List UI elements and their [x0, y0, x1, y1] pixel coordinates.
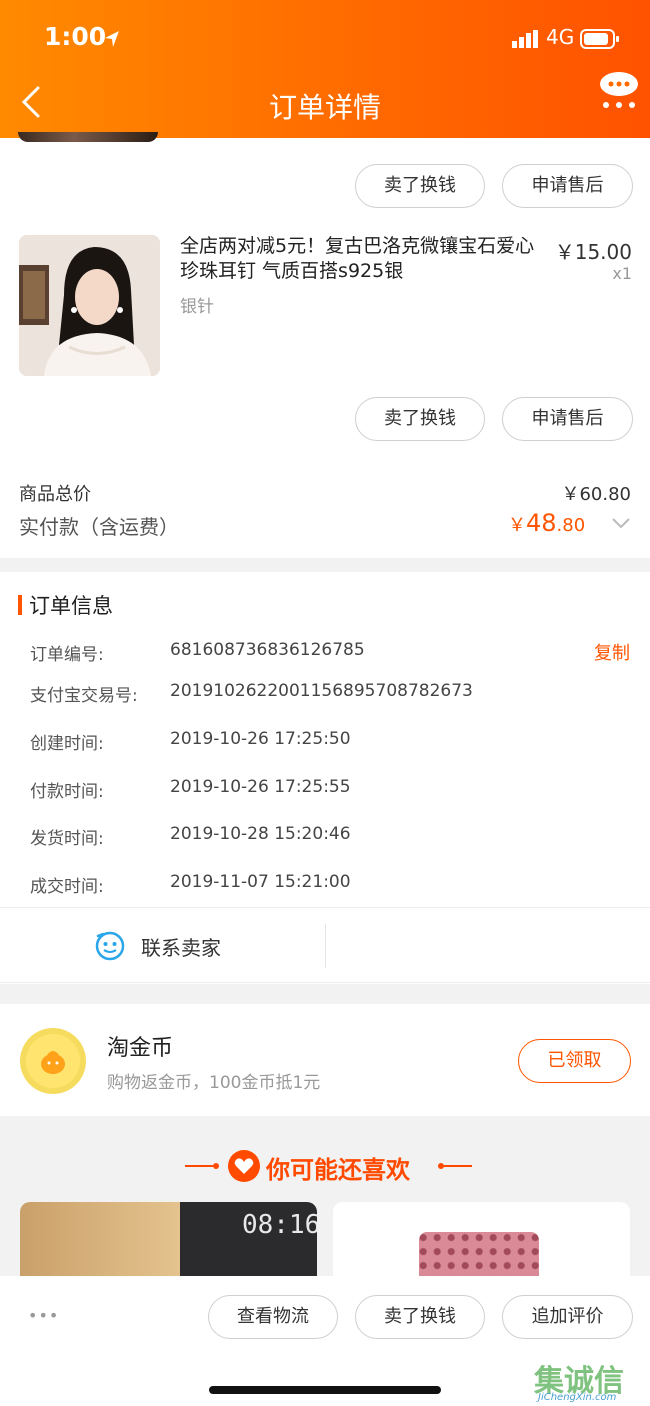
home-indicator [209, 1386, 441, 1394]
add-review-button[interactable]: 追加评价 [502, 1295, 633, 1339]
coins-subtitle: 购物返金币，100金币抵1元 [107, 1073, 321, 1093]
chevron-down-icon[interactable] [611, 516, 631, 530]
paid-amount-dec: .80 [556, 515, 586, 536]
paid-amount-int: 48 [526, 509, 557, 537]
view-logistics-button[interactable]: 查看物流 [208, 1295, 338, 1339]
card-image [20, 1202, 180, 1276]
contact-seller-button[interactable]: 联系卖家 [0, 908, 325, 982]
section-marker [18, 595, 22, 615]
product-title[interactable]: 全店两对减5元！复古巴洛克微镶宝石爱心珍珠耳钉 气质百搭s925银 [180, 234, 550, 284]
created-time-value: 2019-10-26 17:25:50 [170, 729, 351, 749]
alipay-trade-label: 支付宝交易号: [30, 686, 138, 706]
product-price: ￥15.00 [554, 240, 632, 264]
paid-amount-label: 实付款（含运费） [19, 515, 179, 539]
sell-for-cash-button[interactable]: 卖了换钱 [355, 164, 485, 208]
goods-total-label: 商品总价 [19, 484, 91, 505]
card-image-skirt [419, 1232, 539, 1276]
status-time: 1:00 [44, 22, 107, 51]
vertical-divider [325, 924, 326, 968]
paid-amount: ￥48.80 [508, 509, 585, 537]
previous-product-image [18, 132, 158, 142]
more-options-button[interactable]: ••• [28, 1306, 59, 1325]
coins-title: 淘金币 [107, 1036, 174, 1061]
sell-for-cash-button[interactable]: 卖了换钱 [355, 1295, 485, 1339]
signal-icon [512, 30, 538, 48]
watermark-url: JiChengXin.com [538, 1392, 617, 1403]
left-dash-icon [185, 1163, 219, 1169]
recommend-card-1[interactable]: 08:16 [20, 1202, 317, 1276]
location-arrow-icon [105, 31, 119, 47]
product-sku: 银针 [180, 297, 214, 317]
product-quantity: x1 [612, 264, 632, 283]
battery-icon [580, 29, 619, 49]
order-number-value: 681608736836126785 [170, 640, 365, 660]
goods-total-value: ￥60.80 [561, 484, 631, 505]
claimed-button[interactable]: 已领取 [518, 1039, 631, 1083]
status-bar: 1:00 4G [0, 22, 650, 58]
recommend-card-2[interactable] [333, 1202, 630, 1276]
completed-time-label: 成交时间: [30, 877, 104, 897]
watermark-logo: 集诚信 JiChengXin.com [534, 1356, 648, 1404]
heart-icon [228, 1150, 260, 1182]
completed-time-value: 2019-11-07 15:21:00 [170, 872, 351, 892]
product-image[interactable] [19, 235, 160, 376]
order-info-heading: 订单信息 [29, 594, 113, 618]
shipped-time-label: 发货时间: [30, 829, 104, 849]
smiley-chat-icon [95, 931, 125, 961]
gold-coin-icon [20, 1028, 86, 1094]
after-sale-button[interactable]: 申请售后 [502, 164, 633, 208]
network-type: 4G [546, 25, 575, 49]
recommend-heading: 你可能还喜欢 [266, 1156, 410, 1184]
order-number-label: 订单编号: [30, 645, 104, 665]
contact-seller-label: 联系卖家 [141, 936, 221, 960]
sell-for-cash-button[interactable]: 卖了换钱 [355, 397, 485, 441]
message-icon[interactable] [598, 72, 640, 112]
right-dash-icon [438, 1163, 472, 1169]
alipay-trade-value: 2019102622001156895708782673 [170, 681, 473, 701]
card-clock-text: 08:16 [242, 1210, 317, 1240]
paid-time-label: 付款时间: [30, 782, 104, 802]
page-title: 订单详情 [268, 91, 381, 124]
paid-currency: ￥ [508, 515, 526, 536]
after-sale-button[interactable]: 申请售后 [502, 397, 633, 441]
header-bar: 1:00 4G 订单详情 [0, 0, 650, 138]
nav-bar: 订单详情 [0, 72, 650, 132]
copy-button[interactable]: 复制 [594, 639, 630, 665]
paid-time-value: 2019-10-26 17:25:55 [170, 777, 351, 797]
divider [0, 982, 650, 983]
shipped-time-value: 2019-10-28 15:20:46 [170, 824, 351, 844]
created-time-label: 创建时间: [30, 734, 104, 754]
